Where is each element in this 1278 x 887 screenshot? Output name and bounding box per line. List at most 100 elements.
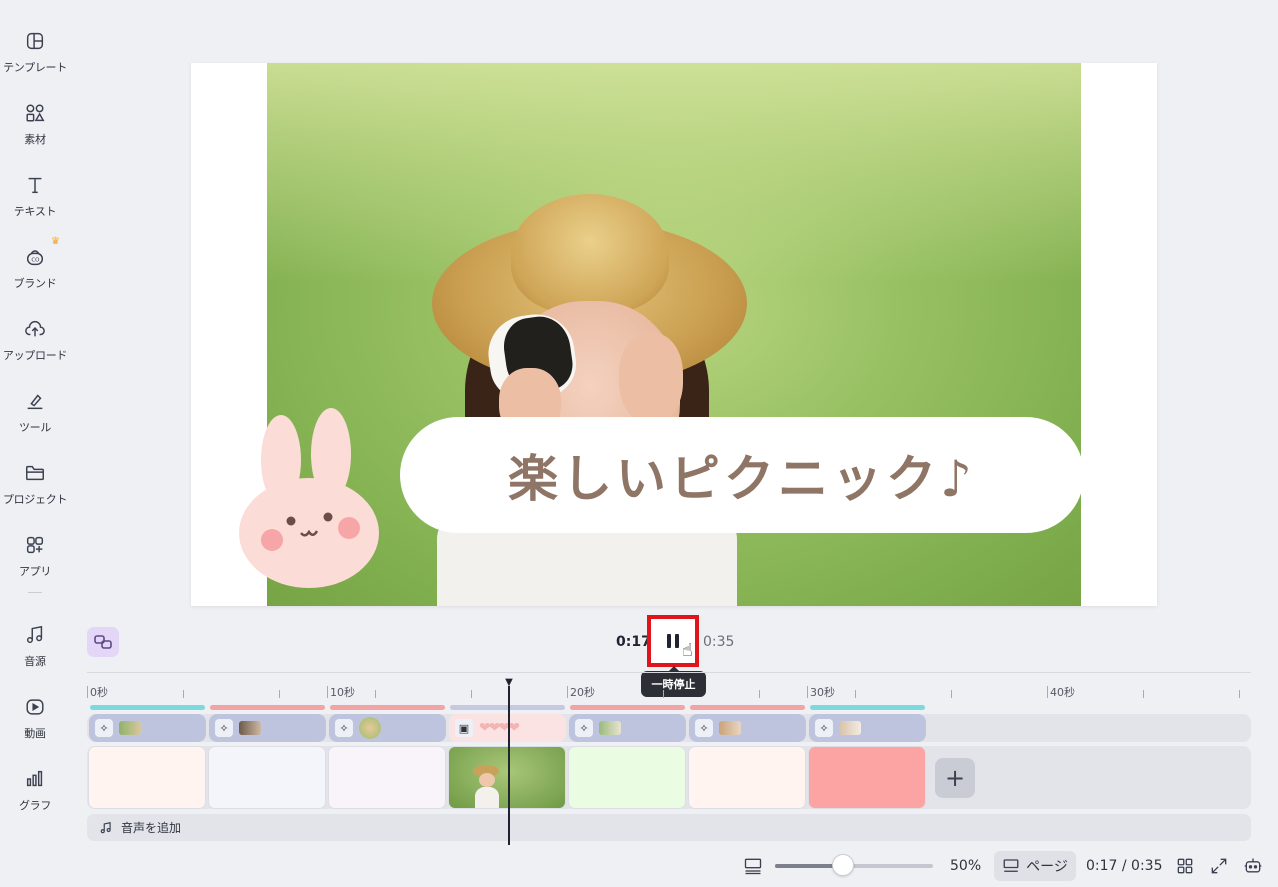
sidebar-item-label: アプリ <box>18 565 52 578</box>
animation-chip[interactable]: ✧ <box>329 714 446 742</box>
sidebar-item-tools[interactable]: ツール <box>0 380 70 442</box>
sidebar-item-label: テキスト <box>13 205 57 218</box>
music-icon <box>100 821 111 833</box>
animation-chip[interactable]: ✧ <box>209 714 326 742</box>
time-display: 0:17 / 0:35 <box>1086 858 1163 874</box>
expand-icon <box>1211 858 1227 874</box>
design-canvas[interactable]: 楽しいピクニック♪ <box>191 63 1157 606</box>
ruler-tick <box>567 686 568 698</box>
animation-chip[interactable]: ✧ <box>689 714 806 742</box>
zoom-value[interactable]: 50% <box>950 858 981 874</box>
sidebar-item-label: アップロード <box>2 349 68 362</box>
chip-thumbnail <box>599 721 621 735</box>
sidebar-item-label: グラフ <box>18 799 52 812</box>
ruler-tick <box>807 686 808 698</box>
ruler-tick <box>1143 690 1144 698</box>
chip-thumbnail <box>119 721 141 735</box>
thumb-face <box>479 773 495 787</box>
bunny-sticker[interactable] <box>239 408 384 588</box>
sidebar-item-label: 素材 <box>24 133 46 146</box>
page-thumbnail[interactable] <box>88 746 206 809</box>
pause-icon <box>675 634 679 648</box>
ruler-tick <box>855 690 856 698</box>
fullscreen-button[interactable] <box>1209 856 1229 876</box>
page-thumbnail-photo[interactable] <box>448 746 566 809</box>
animation-icon: ✧ <box>815 719 833 737</box>
brand-icon: CO <box>26 250 44 266</box>
grid-view-button[interactable] <box>1175 856 1195 876</box>
ruler-label: 30秒 <box>810 686 835 699</box>
sidebar-item-elements[interactable]: 素材 <box>0 92 70 154</box>
sidebar-item-text[interactable]: テキスト <box>0 164 70 226</box>
transition-strip <box>330 705 445 710</box>
folder-icon <box>26 465 44 481</box>
ruler-tick <box>1047 686 1048 698</box>
chart-icon <box>26 770 43 787</box>
page-thumbnail[interactable] <box>568 746 686 809</box>
animation-chip[interactable]: ✧ <box>89 714 206 742</box>
magic-switch-button[interactable] <box>87 627 119 657</box>
ruler-tick <box>759 690 760 698</box>
ruler-tick <box>279 690 280 698</box>
sidebar-item-projects[interactable]: プロジェクト <box>0 452 70 514</box>
sidebar-item-label: 動画 <box>24 727 46 740</box>
bunny-thumbnail: ❤❤❤❤ <box>479 720 520 736</box>
current-time: 0:17 <box>616 634 651 650</box>
tools-icon <box>27 394 43 410</box>
ruler-label: 0秒 <box>90 686 108 699</box>
transition-strip <box>810 705 925 710</box>
sidebar-item-label: 音源 <box>24 655 46 668</box>
page-thumbnail[interactable] <box>808 746 926 809</box>
text-icon <box>28 177 42 194</box>
chip-thumbnail <box>839 721 861 735</box>
title-text[interactable]: 楽しいピクニック♪ <box>508 439 976 511</box>
sidebar-item-label: ブランド <box>13 277 57 290</box>
svg-text:CO: CO <box>31 258 40 264</box>
page-thumbnail[interactable] <box>688 746 806 809</box>
robot-icon <box>1244 858 1262 873</box>
total-time: 0:35 <box>703 634 735 650</box>
add-page-button[interactable]: + <box>935 758 975 798</box>
sidebar-item-label: テンプレート <box>3 61 67 74</box>
title-bubble[interactable]: 楽しいピクニック♪ <box>400 417 1084 533</box>
pointer-cursor-icon: ☝ <box>682 640 693 661</box>
chip-thumbnail <box>359 717 381 739</box>
animation-icon: ✧ <box>335 719 353 737</box>
sidebar-item-charts[interactable]: グラフ <box>0 758 70 820</box>
animation-chip[interactable]: ✧ <box>569 714 686 742</box>
page-thumbnail[interactable] <box>328 746 446 809</box>
timeline-toggle-button[interactable] <box>743 856 763 876</box>
ruler-label: 20秒 <box>570 686 595 699</box>
animation-chip[interactable]: ✧ <box>809 714 926 742</box>
layout-icon <box>744 858 762 875</box>
sidebar-item-templates[interactable]: テンプレート <box>0 20 70 82</box>
animation-icon: ✧ <box>575 719 593 737</box>
photo-hat-crown <box>511 194 669 314</box>
ruler-tick <box>327 686 328 698</box>
timeline-ruler[interactable]: 0秒 10秒 20秒 30秒 40秒 <box>87 682 1251 704</box>
playhead[interactable] <box>508 686 510 845</box>
page-view-icon <box>1003 859 1019 872</box>
sidebar-item-video[interactable]: 動画 <box>0 686 70 748</box>
sidebar-item-apps[interactable]: アプリ <box>0 524 70 586</box>
sidebar-item-brand[interactable]: ♛ CO ブランド <box>0 236 70 298</box>
thumb-dress <box>475 787 499 808</box>
music-icon <box>26 625 43 644</box>
sidebar-item-upload[interactable]: アップロード <box>0 308 70 370</box>
page-thumbnail[interactable] <box>208 746 326 809</box>
ruler-label: 40秒 <box>1050 686 1075 699</box>
ruler-tick <box>375 690 376 698</box>
page-view-button[interactable]: ページ <box>994 851 1076 881</box>
animation-icon: ✧ <box>215 719 233 737</box>
add-audio-button[interactable]: 音声を追加 <box>87 814 1251 841</box>
page-view-label: ページ <box>1026 859 1068 875</box>
ruler-tick <box>1239 690 1240 698</box>
video-icon <box>26 699 44 715</box>
image-icon: ▣ <box>455 719 473 737</box>
apps-icon <box>26 536 44 554</box>
zoom-slider-handle[interactable] <box>831 854 854 876</box>
sidebar-item-label: プロジェクト <box>2 493 68 506</box>
sidebar-item-audio[interactable]: 音源 <box>0 614 70 676</box>
ruler-tick <box>663 690 664 698</box>
assistant-button[interactable] <box>1243 856 1263 876</box>
